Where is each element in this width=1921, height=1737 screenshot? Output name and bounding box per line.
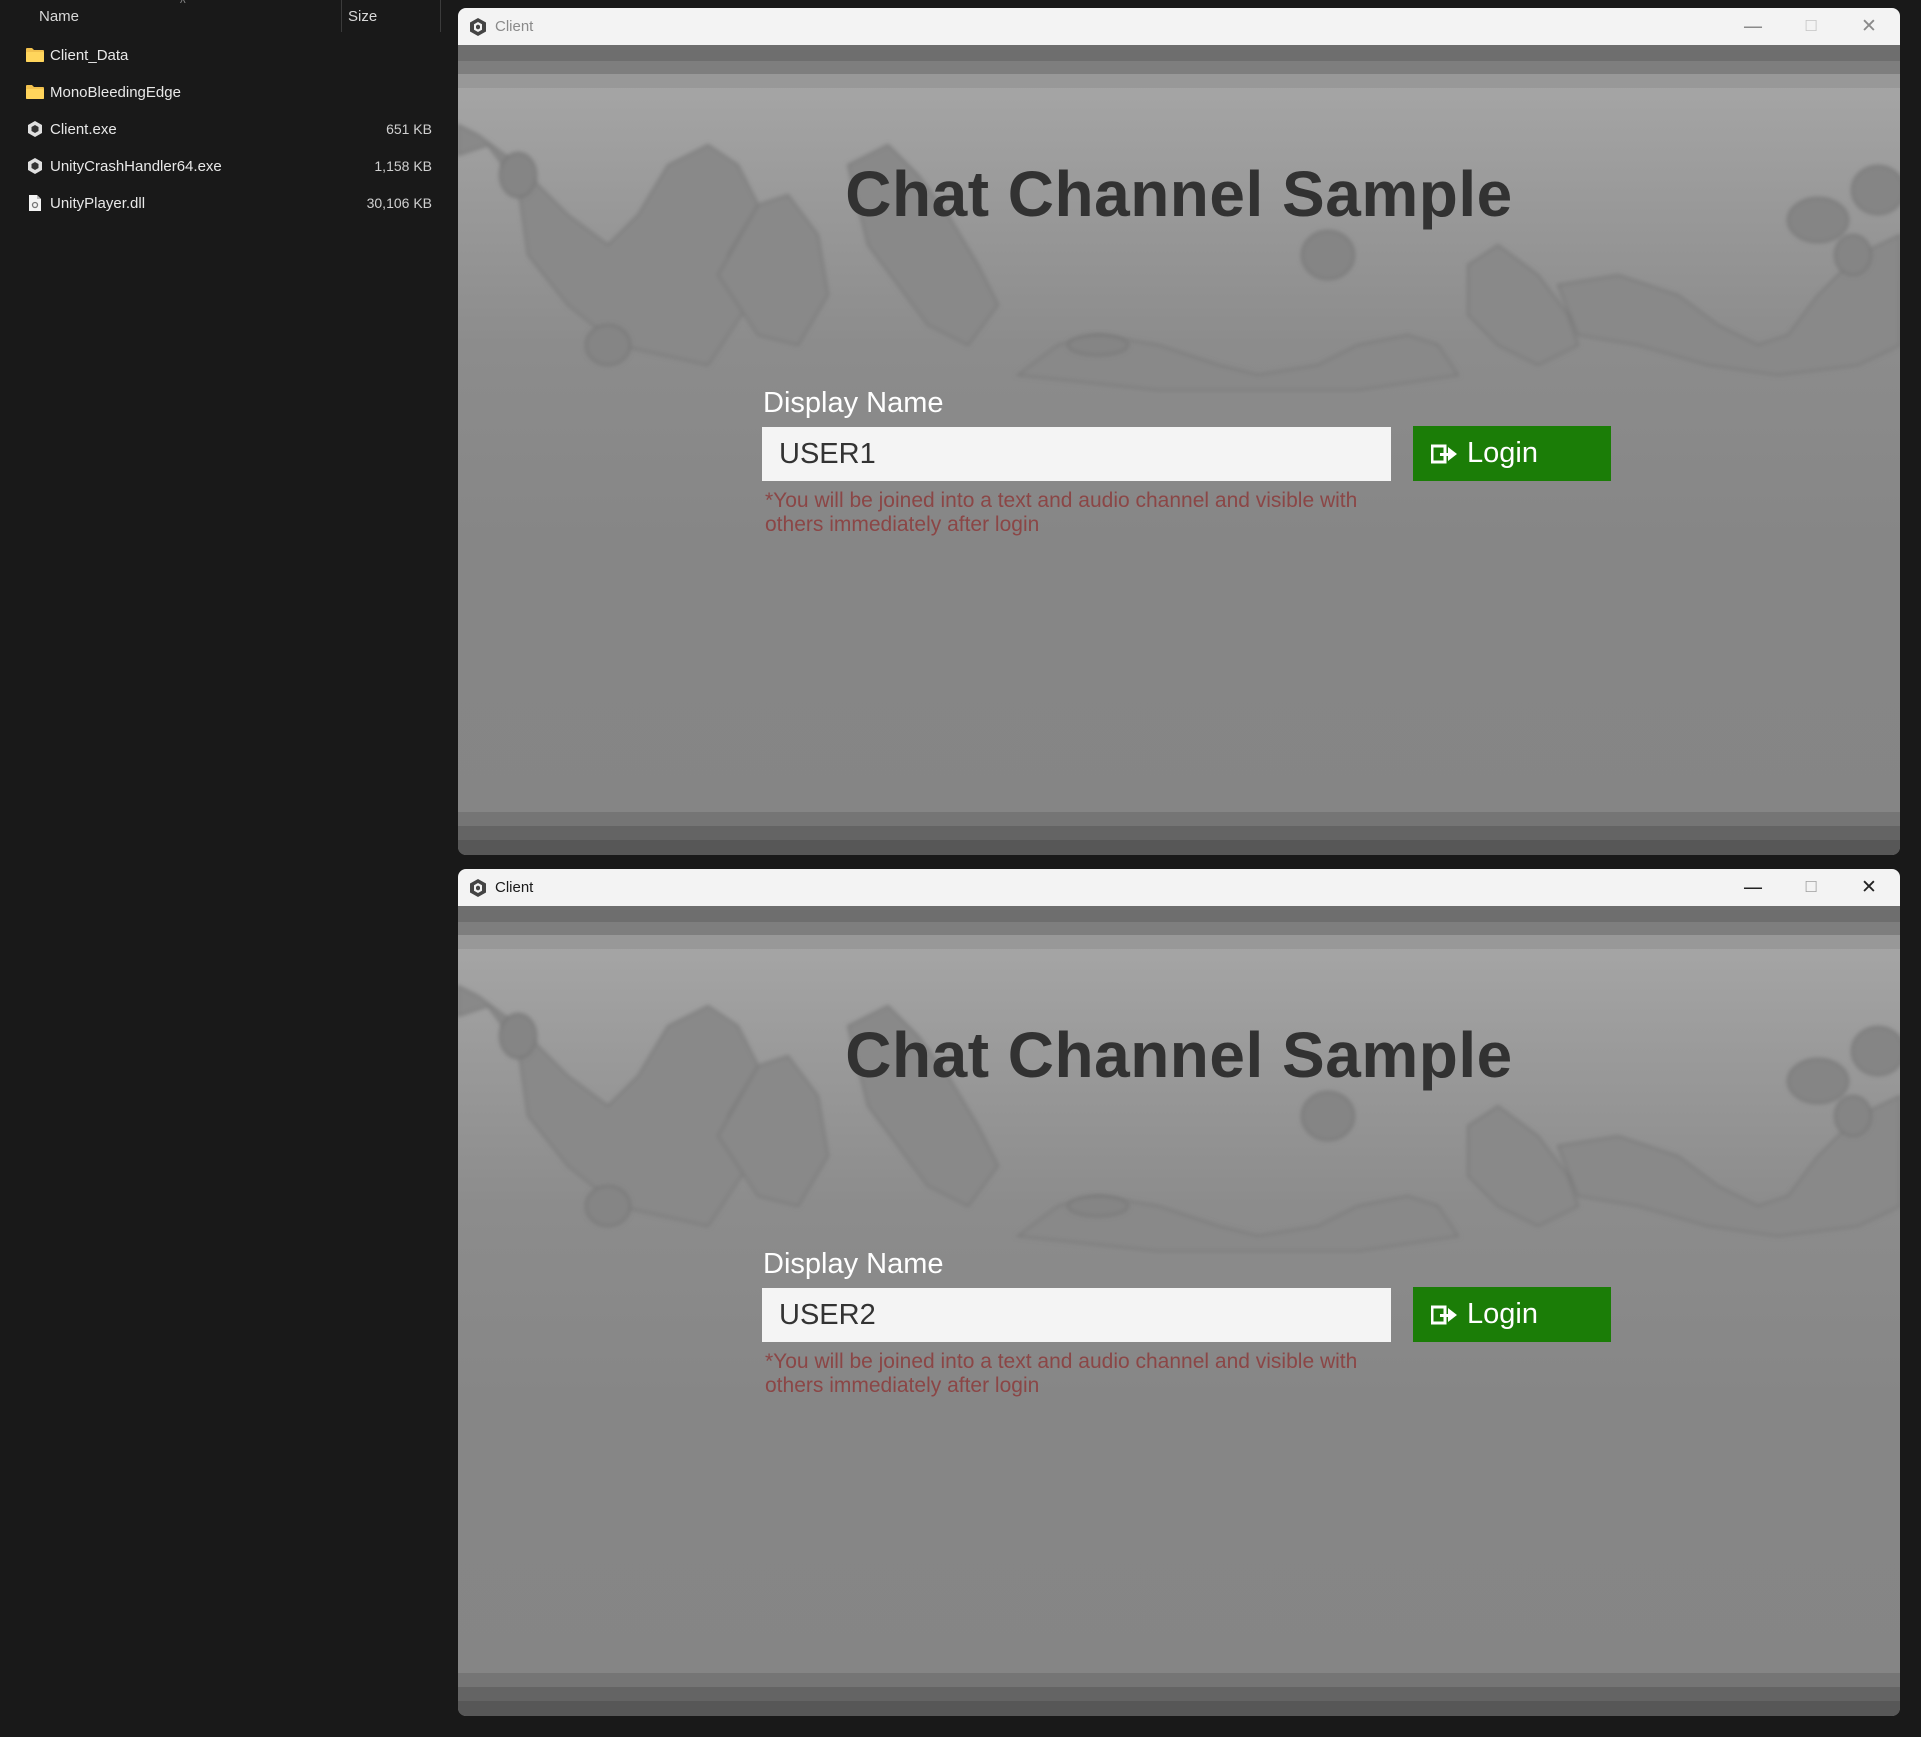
column-divider[interactable]: [440, 0, 441, 32]
file-row[interactable]: UnityCrashHandler64.exe 1,158 KB: [0, 148, 443, 185]
bottom-border-band: [458, 826, 1900, 840]
login-label: Login: [1467, 437, 1538, 469]
file-name: Client.exe: [50, 121, 117, 138]
column-header-name[interactable]: Name: [39, 0, 79, 34]
app-title: Chat Channel Sample: [845, 158, 1513, 230]
app-title: Chat Channel Sample: [845, 1019, 1513, 1091]
login-icon: [1431, 444, 1457, 464]
dll-file-icon: [29, 195, 41, 211]
unity-app-icon: [470, 18, 486, 36]
file-size: 30,106 KB: [366, 195, 432, 211]
login-label: Login: [1467, 1298, 1538, 1330]
display-name-label: Display Name: [763, 1248, 944, 1280]
bottom-border-band: [458, 840, 1900, 855]
login-button[interactable]: Login: [1413, 426, 1611, 481]
file-row[interactable]: UnityPlayer.dll 30,106 KB: [0, 185, 443, 222]
column-header-size[interactable]: Size: [348, 0, 377, 34]
file-explorer-pane: ^ Name Size Client_Data MonoBleedingEdge…: [0, 0, 443, 1737]
file-row[interactable]: MonoBleedingEdge: [0, 74, 443, 111]
folder-icon: [26, 85, 44, 99]
file-name: MonoBleedingEdge: [50, 84, 181, 101]
file-size: 1,158 KB: [374, 158, 432, 174]
unity-app-icon: [28, 121, 42, 137]
window-title: Client: [495, 18, 534, 35]
sort-ascending-icon: ^: [180, 0, 186, 10]
login-notice: *You will be joined into a text and audi…: [765, 489, 1358, 536]
maximize-button[interactable]: ☐: [1782, 869, 1840, 906]
file-name: UnityCrashHandler64.exe: [50, 158, 222, 175]
minimize-button[interactable]: —: [1724, 869, 1782, 906]
bottom-border-band: [458, 812, 1900, 826]
file-size: 651 KB: [386, 121, 432, 137]
window-titlebar[interactable]: Client — ☐ ✕: [458, 8, 1900, 45]
bottom-border-band: [458, 1687, 1900, 1701]
display-name-input[interactable]: [762, 427, 1391, 481]
minimize-button[interactable]: —: [1724, 8, 1782, 45]
login-icon: [1431, 1305, 1457, 1325]
close-button[interactable]: ✕: [1840, 869, 1898, 906]
file-row[interactable]: Client.exe 651 KB: [0, 111, 443, 148]
folder-icon: [26, 48, 44, 62]
display-name-label: Display Name: [763, 387, 944, 419]
window-title: Client: [495, 879, 534, 896]
game-viewport: Chat Channel Sample Display Name Login *…: [458, 906, 1900, 1716]
client-window[interactable]: Client — ☐ ✕ Chat Channel Sample Display…: [458, 869, 1900, 1716]
maximize-button[interactable]: ☐: [1782, 8, 1840, 45]
file-row[interactable]: Client_Data: [0, 37, 443, 74]
bottom-border-band: [458, 1673, 1900, 1687]
login-button[interactable]: Login: [1413, 1287, 1611, 1342]
file-name: UnityPlayer.dll: [50, 195, 146, 212]
display-name-input[interactable]: [762, 1288, 1391, 1342]
bottom-border-band: [458, 1701, 1900, 1716]
column-divider[interactable]: [341, 0, 342, 32]
close-button[interactable]: ✕: [1840, 8, 1898, 45]
unity-app-icon: [28, 158, 42, 174]
client-window[interactable]: Client — ☐ ✕ Chat Channel Sample Display…: [458, 8, 1900, 855]
window-titlebar[interactable]: Client — ☐ ✕: [458, 869, 1900, 906]
login-notice: *You will be joined into a text and audi…: [765, 1350, 1358, 1397]
game-viewport: Chat Channel Sample Display Name Login *…: [458, 45, 1900, 855]
unity-app-icon: [470, 879, 486, 897]
file-name: Client_Data: [50, 47, 129, 64]
